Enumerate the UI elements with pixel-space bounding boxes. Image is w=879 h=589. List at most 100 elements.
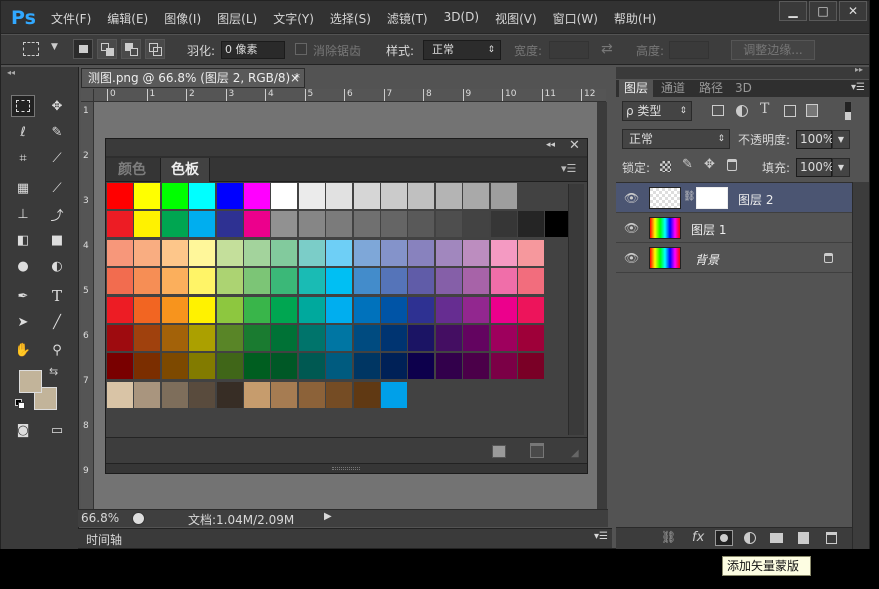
swatch[interactable] (463, 325, 490, 351)
swatch[interactable] (490, 296, 517, 323)
swatch[interactable] (435, 268, 462, 295)
swatch[interactable] (189, 353, 216, 380)
eye-icon[interactable]: 👁 (624, 191, 639, 205)
marquee-preset-icon[interactable] (23, 42, 39, 56)
folder-icon[interactable] (770, 533, 783, 543)
close-button[interactable]: ✕ (839, 1, 867, 21)
width-input[interactable] (549, 41, 589, 59)
swatch[interactable] (463, 183, 490, 209)
swatch[interactable] (161, 353, 188, 380)
swatch[interactable] (463, 211, 490, 238)
swatch[interactable] (189, 183, 216, 209)
swatch[interactable] (435, 325, 462, 351)
maximize-button[interactable]: □ (809, 1, 837, 21)
quick-select-icon[interactable]: ✎ (45, 121, 69, 143)
filter-smart-icon[interactable] (806, 104, 818, 117)
swatch[interactable] (189, 296, 216, 323)
swatch[interactable] (381, 239, 407, 266)
screen-mode-icon[interactable]: ▭ (45, 419, 69, 441)
history-brush-icon[interactable]: ⤴ (45, 203, 69, 225)
swatch[interactable] (381, 353, 407, 380)
tab-swatches[interactable]: 色板 (160, 158, 210, 182)
chain-link-icon[interactable]: ⛓ (683, 191, 696, 202)
clone-stamp-icon[interactable]: ⊥ (11, 203, 35, 225)
status-menu-icon[interactable]: ▶ (324, 511, 332, 522)
style-select[interactable]: 正常 ⇕ (423, 40, 501, 60)
menu-select[interactable]: 选择(S) (330, 10, 371, 27)
resize-grip-icon[interactable]: ◢ (571, 448, 579, 459)
swatch[interactable] (134, 296, 161, 323)
swatch[interactable] (107, 239, 133, 266)
crop-tool-icon[interactable]: ⌗ (11, 147, 35, 169)
swatch[interactable] (353, 239, 380, 266)
swatch[interactable] (463, 239, 490, 266)
swatch[interactable] (463, 268, 490, 295)
expand-icon[interactable]: ▸▸ (855, 65, 863, 74)
minimize-button[interactable]: ▁ (779, 1, 807, 21)
swatch[interactable] (216, 325, 243, 351)
subtract-selection-icon[interactable] (121, 39, 141, 59)
layer-name[interactable]: 图层 1 (691, 221, 726, 238)
new-swatch-icon[interactable] (492, 445, 506, 458)
document-tab[interactable]: 测图.png @ 66.8% (图层 2, RGB/8) * × (81, 68, 305, 88)
swatch[interactable] (271, 325, 298, 351)
swap-icon[interactable]: ⇄ (601, 41, 613, 57)
tab-color[interactable]: 颜色 (108, 158, 156, 182)
swatch[interactable] (518, 211, 544, 238)
swatch[interactable] (298, 353, 325, 380)
swatch[interactable] (271, 211, 298, 238)
opacity-dropdown[interactable]: ▼ (832, 130, 850, 149)
filter-toggle[interactable] (844, 101, 852, 121)
swatch[interactable] (271, 268, 298, 295)
intersect-selection-icon[interactable] (145, 39, 165, 59)
swatch[interactable] (216, 268, 243, 295)
swatch[interactable] (326, 296, 353, 323)
swatch[interactable] (107, 353, 133, 380)
swatch[interactable] (244, 183, 270, 209)
swatch[interactable] (435, 239, 462, 266)
filter-type-icon[interactable]: T (760, 101, 769, 117)
swatch[interactable] (244, 296, 270, 323)
menu-3d[interactable]: 3D(D) (444, 10, 479, 27)
swatch[interactable] (244, 325, 270, 351)
swatch[interactable] (161, 211, 188, 238)
swatch[interactable] (298, 381, 325, 408)
filter-adjustment-icon[interactable] (736, 105, 748, 117)
swatch[interactable] (381, 268, 407, 295)
swatch[interactable] (381, 381, 407, 408)
swatch[interactable] (490, 239, 517, 266)
filter-pixel-icon[interactable] (712, 105, 724, 116)
layer-row-1[interactable]: 👁 图层 1 (616, 213, 852, 243)
layer-name[interactable]: 图层 2 (738, 191, 773, 208)
swatch[interactable] (353, 211, 380, 238)
swatch[interactable] (435, 353, 462, 380)
eraser-tool-icon[interactable]: ◧ (11, 229, 35, 251)
gradient-tool-icon[interactable]: ■ (45, 229, 69, 251)
swatch[interactable] (134, 183, 161, 209)
timeline-label[interactable]: 时间轴 (86, 531, 122, 548)
lock-all-icon[interactable] (727, 159, 737, 171)
vertical-scrollbar[interactable] (597, 102, 607, 509)
swatch[interactable] (518, 296, 544, 323)
hand-tool-icon[interactable]: ✋ (11, 339, 35, 361)
swatch[interactable] (326, 183, 353, 209)
move-tool-icon[interactable]: ✥ (45, 95, 69, 117)
height-input[interactable] (669, 41, 709, 59)
foreground-color-swatch[interactable] (19, 370, 42, 393)
swatch[interactable] (326, 211, 353, 238)
swatch[interactable] (353, 353, 380, 380)
swatch[interactable] (107, 296, 133, 323)
menu-layer[interactable]: 图层(L) (217, 10, 257, 27)
layers-menu-icon[interactable]: ▾☰ (851, 82, 865, 93)
close-panel-icon[interactable]: ✕ (569, 138, 580, 153)
swatch[interactable] (189, 239, 216, 266)
collapse-icon[interactable]: ◂◂ (7, 68, 15, 77)
swatch[interactable] (518, 325, 544, 351)
menu-view[interactable]: 视图(V) (495, 10, 537, 27)
chevron-down-icon[interactable]: ▼ (51, 42, 58, 52)
swatch[interactable] (463, 353, 490, 380)
layer-filter-select[interactable]: ρ 类型 ⇕ (622, 101, 692, 121)
blur-tool-icon[interactable]: ● (11, 255, 35, 277)
swatch[interactable] (381, 211, 407, 238)
new-selection-icon[interactable] (73, 39, 93, 59)
